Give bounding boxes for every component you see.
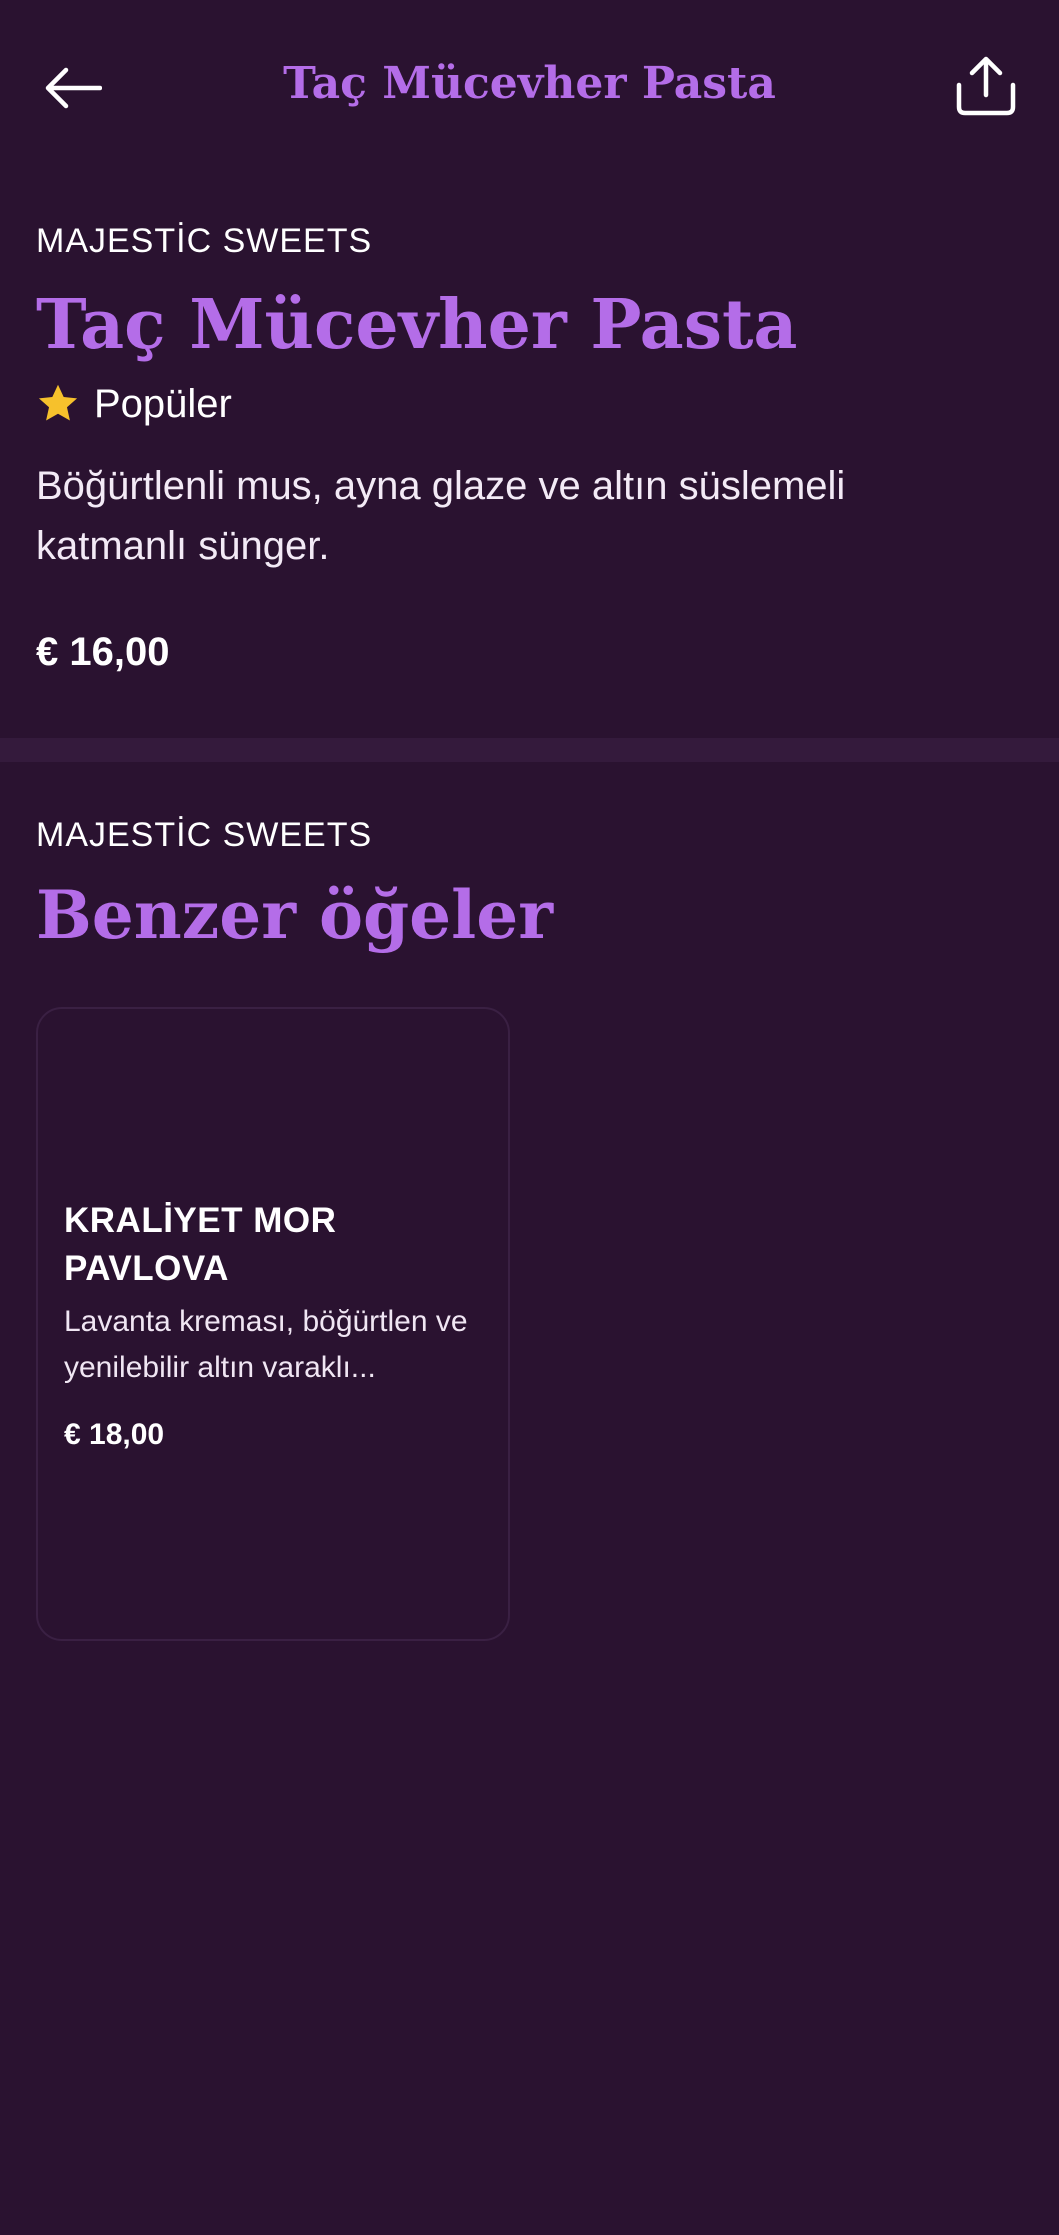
back-button[interactable] — [36, 52, 108, 124]
popular-badge: Popüler — [36, 374, 1026, 434]
product-details: MAJESTİC SWEETS Taç Mücevher Pasta Popül… — [36, 218, 1026, 680]
badge-label: Popüler — [94, 382, 232, 426]
card-body: KRALİYET MOR PAVLOVA Lavanta kreması, bö… — [64, 1197, 484, 1457]
similar-items-section: MAJESTİC SWEETS Benzer öğeler — [36, 812, 1026, 958]
share-icon — [956, 56, 1016, 116]
arrow-left-icon — [45, 67, 102, 109]
card-description: Lavanta kreması, böğürtlen ve yenilebili… — [64, 1305, 468, 1384]
star-icon — [38, 384, 78, 421]
product-brand: MAJESTİC SWEETS — [36, 222, 373, 260]
page-title: Taç Mücevher Pasta — [283, 58, 776, 109]
section-divider — [0, 738, 1059, 762]
similar-title: Benzer öğeler — [36, 876, 553, 954]
similar-item-card[interactable]: KRALİYET MOR PAVLOVA Lavanta kreması, bö… — [36, 1007, 510, 1641]
product-title: Taç Mücevher Pasta — [36, 285, 798, 365]
card-price: € 18,00 — [64, 1418, 165, 1451]
card-title: KRALİYET MOR PAVLOVA — [64, 1201, 337, 1288]
similar-brand: MAJESTİC SWEETS — [36, 816, 373, 854]
product-description: Böğürtlenli mus, ayna glaze ve altın süs… — [36, 464, 846, 568]
product-price: € 16,00 — [36, 630, 170, 674]
top-app-bar: Taç Mücevher Pasta — [0, 0, 1059, 170]
share-button[interactable] — [948, 48, 1024, 124]
